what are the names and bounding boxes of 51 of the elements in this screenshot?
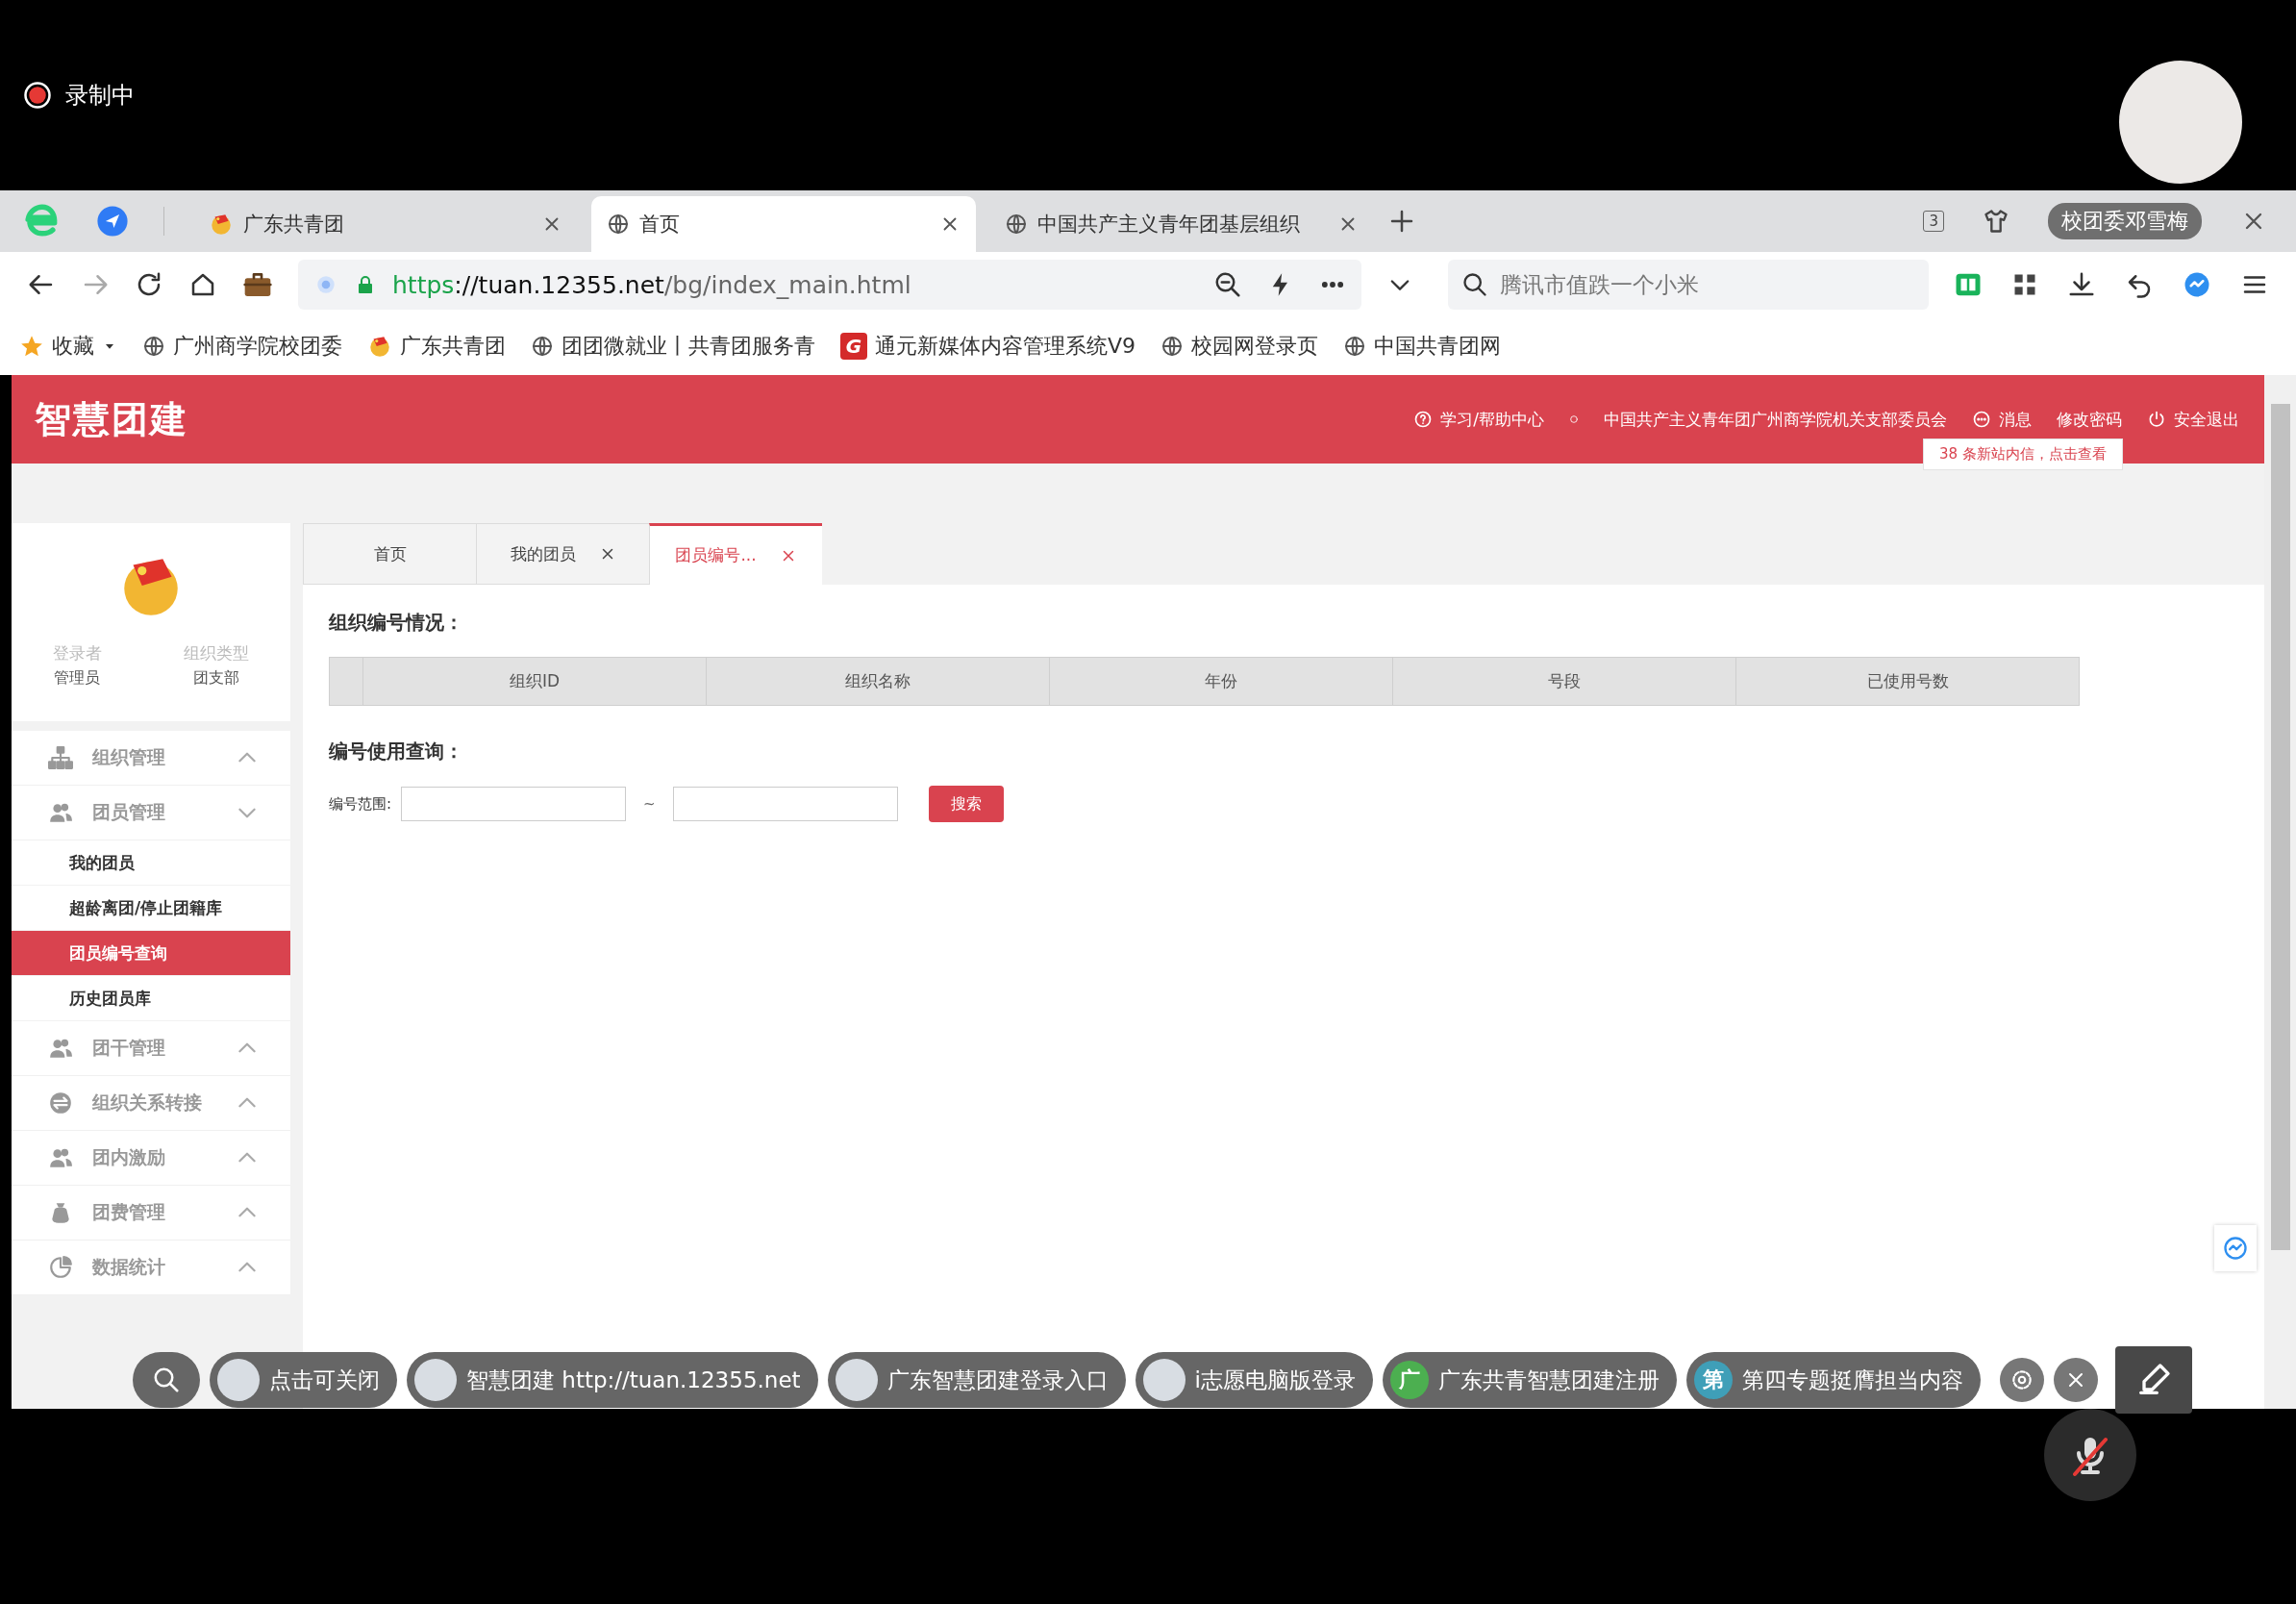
bookmark-link[interactable]: 中国共青团网 bbox=[1343, 332, 1502, 361]
letter-badge: 广 bbox=[1389, 1361, 1429, 1399]
quick-link[interactable]: 智慧团建 http://tuan.12355.net bbox=[407, 1352, 818, 1408]
address-field[interactable]: https://tuan.12355.net/bg/index_main.html bbox=[298, 260, 1361, 310]
submenu-item[interactable]: 团员编号查询 bbox=[12, 931, 290, 976]
quick-link[interactable]: 广东智慧团建登录入口 bbox=[827, 1352, 1126, 1408]
header-link[interactable]: 修改密码 bbox=[2057, 408, 2122, 431]
notice-tooltip[interactable]: 38 条新站内信，点击查看 bbox=[1923, 439, 2123, 470]
column-header: 组织ID bbox=[363, 658, 707, 705]
tab-count[interactable]: 3 bbox=[1923, 211, 1944, 232]
browser-tab[interactable]: 首页 bbox=[591, 196, 976, 252]
section-title: 组织编号情况： bbox=[329, 610, 464, 636]
quick-link[interactable]: 第 第四专题挺膺担当内容 bbox=[1685, 1352, 1981, 1408]
profile-value: 团支部 bbox=[193, 668, 240, 689]
header-link[interactable]: 消息 bbox=[1972, 408, 2032, 431]
submenu-item[interactable]: 我的团员 bbox=[12, 840, 290, 886]
search-button[interactable]: 搜索 bbox=[928, 786, 1004, 822]
quick-link[interactable]: i志愿电脑版登录 bbox=[1135, 1352, 1373, 1408]
quick-link[interactable]: 点击可关闭 bbox=[210, 1352, 397, 1408]
profile-value: 管理员 bbox=[54, 668, 101, 689]
bookmark-link[interactable]: G 通元新媒体内容管理系统V9 bbox=[840, 332, 1136, 361]
page-tab[interactable]: 我的团员 bbox=[476, 523, 649, 585]
bookmark-link[interactable]: 广州商学院校团委 bbox=[142, 332, 342, 361]
column-header: 组织名称 bbox=[707, 658, 1050, 705]
g-logo-icon: G bbox=[840, 333, 867, 360]
column-header: 已使用号数 bbox=[1865, 670, 1950, 692]
range-separator: ~ bbox=[643, 795, 656, 813]
bookmark-link[interactable]: 广东共青团 bbox=[367, 332, 506, 361]
submenu-item[interactable]: 历史团员库 bbox=[12, 976, 290, 1021]
browser-tab[interactable]: 广东共青团 bbox=[193, 196, 578, 252]
column-header: 年份 bbox=[1050, 658, 1393, 705]
bookmark-link[interactable]: 收藏 bbox=[19, 332, 117, 361]
recording-label: 录制中 bbox=[65, 81, 135, 111]
user-name-tag: 校团委邓雪梅 bbox=[2048, 203, 2202, 239]
quick-link[interactable]: 广 广东共青智慧团建注册 bbox=[1382, 1352, 1677, 1408]
profile-label: 登录者 bbox=[52, 642, 102, 664]
section-title: 编号使用查询： bbox=[329, 739, 464, 764]
range-label: 编号范围: bbox=[329, 794, 392, 814]
header-link[interactable]: 中国共产主义青年团广州商学院机关支部委员会 bbox=[1604, 408, 1947, 431]
search-field[interactable]: 腾讯市值跌一个小米 bbox=[1448, 260, 1929, 310]
letter-badge: 第 bbox=[1693, 1361, 1733, 1399]
header-link[interactable]: 安全退出 bbox=[2147, 408, 2239, 431]
browser-tab[interactable]: 中国共产主义青年团基层组织 bbox=[989, 196, 1374, 252]
site-logo: 智慧团建 bbox=[35, 396, 188, 442]
profile-label: 组织类型 bbox=[184, 642, 250, 664]
header-link[interactable]: 学习/帮助中心 bbox=[1413, 408, 1544, 431]
page-tab[interactable]: 团员编号... bbox=[649, 523, 822, 585]
bookmark-link[interactable]: 校园网登录页 bbox=[1160, 332, 1319, 361]
bookmark-link[interactable]: 团团微就业丨共青团服务青 bbox=[531, 332, 815, 361]
page-tab[interactable]: 首页 bbox=[303, 523, 476, 585]
column-header: 号段 bbox=[1393, 658, 1736, 705]
